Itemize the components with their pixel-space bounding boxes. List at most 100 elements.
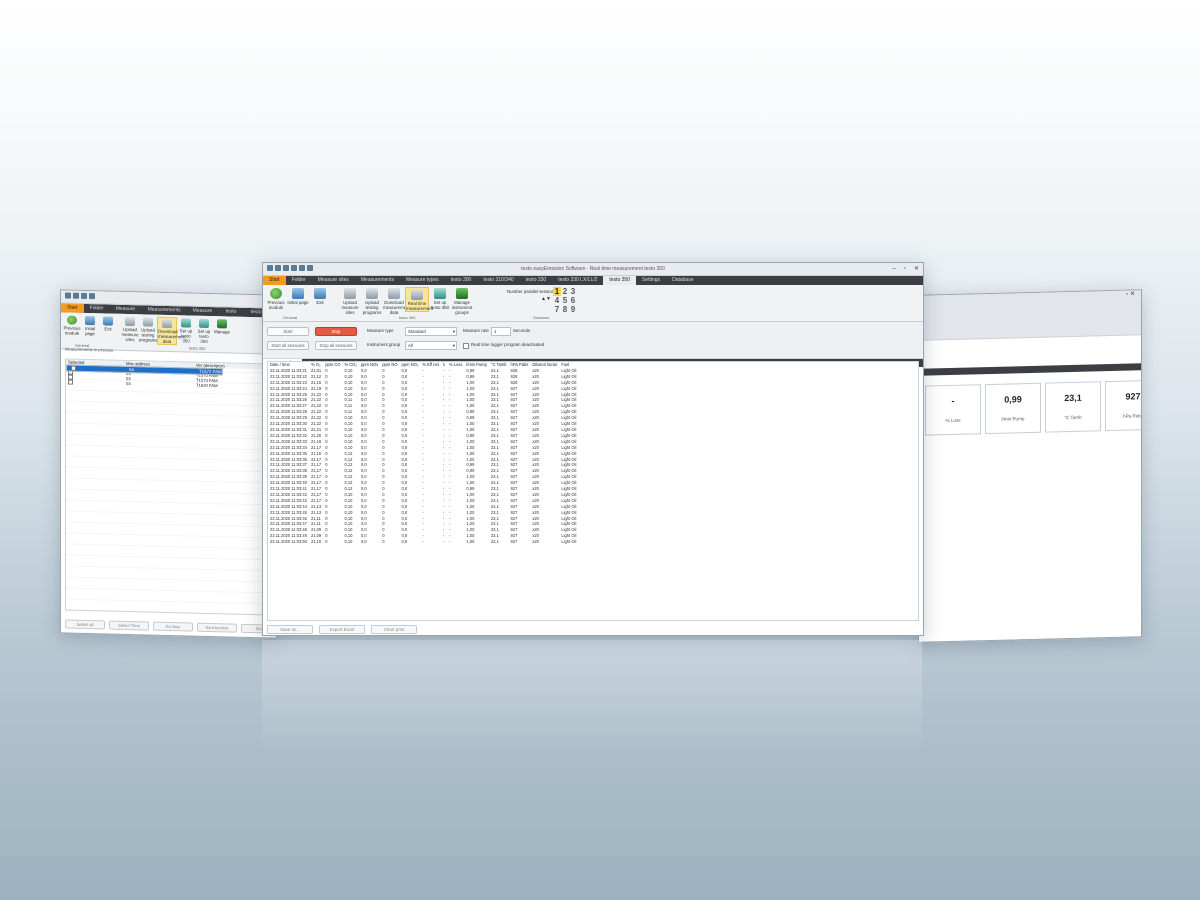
left-footer-button-2[interactable]: Do Now <box>153 621 193 632</box>
session-number-grid[interactable]: 123456789 <box>553 287 577 314</box>
left-footer-button-1[interactable]: Select Time <box>109 620 149 631</box>
left-ribbon-button-2[interactable]: Exit <box>99 315 117 332</box>
group-testo350: testo 350 <box>399 315 416 320</box>
table-cell: 23.11.2020 11:03:32 <box>270 432 307 438</box>
ribbon-label-6: Real time measurement <box>406 301 433 311</box>
table-cell: 21,01 <box>310 367 322 373</box>
window-title: testo easyEmission Software - Real time … <box>521 266 665 272</box>
table-row[interactable]: 23.11.2020 11:03:42 21,17 0 0,10 0,0 0 0,0- - -1… <box>268 492 578 498</box>
measure-rate-unit: Seconds <box>513 328 531 333</box>
left-ribbon-button-4[interactable]: Upload testing programs <box>139 316 158 343</box>
session-number-5[interactable]: 5 <box>561 296 569 305</box>
ribbon-button-1[interactable]: Initial page <box>287 287 309 305</box>
table-row[interactable]: 23.11.2020 11:03:22 21,12 0 0,10 0,0 0 0,0- - -0… <box>268 374 578 380</box>
measure-rate-input[interactable]: 1 <box>491 327 511 336</box>
left-ribbon-label-1: Initial page <box>84 325 96 337</box>
instrument-group-select[interactable]: All ▾ <box>405 341 457 350</box>
window-controls[interactable]: – ▫ ✕ <box>892 263 919 275</box>
left-ribbon-button-3[interactable]: Upload measure sites <box>121 316 139 342</box>
tab-2[interactable]: Measure sites <box>312 276 355 285</box>
ribbon-button-3[interactable]: Upload measure sites <box>339 287 361 315</box>
table-row[interactable]: 23.11.2020 11:03:24 21,19 0 0,10 0,0 0 0,0- - -1… <box>268 386 578 392</box>
tab-1[interactable]: Folder <box>286 276 312 285</box>
table-row[interactable]: 23.11.2020 11:03:50 21,10 0 0,10 0,0 0 0,0- - -1… <box>268 539 578 545</box>
left-ribbon-button-8[interactable]: Manage <box>213 318 231 335</box>
session-number-9[interactable]: 9 <box>569 305 577 314</box>
table-row[interactable]: 23.11.2020 11:03:44 21,13 0 0,10 0,0 0 0,0- - -1… <box>268 504 578 510</box>
tile-value: 23,1 <box>1064 392 1082 404</box>
ribbon-button-0[interactable]: Previous module <box>265 287 287 310</box>
session-number-7[interactable]: 7 <box>553 305 561 314</box>
table-row[interactable]: 23.11.2020 11:03:33 21,18 0 0,10 0,0 0 0,0- - -1… <box>268 439 578 445</box>
table-row[interactable]: 23.11.2020 11:03:45 21,13 0 0,10 0,0 0 0,0- - -1… <box>268 510 578 516</box>
start-all-sessions-button[interactable]: Start all sessions <box>267 341 309 350</box>
left-ribbon-button-1[interactable]: Initial page <box>81 315 99 336</box>
footer-button-2[interactable]: Chart print <box>371 625 417 634</box>
stop-all-sessions-button[interactable]: Stop all sessions <box>315 341 357 350</box>
session-number-2[interactable]: 2 <box>561 287 569 296</box>
tab-6[interactable]: testo 310/340 <box>477 276 519 285</box>
tab-10[interactable]: Settings <box>636 276 666 285</box>
tile-unit: °C Tamb <box>1064 414 1082 421</box>
left-ribbon-icon-5 <box>162 318 172 329</box>
quick-access-toolbar[interactable] <box>65 292 95 300</box>
table-row[interactable]: 23.11.2020 11:03:21 21,01 0 0,10 0,0 0 0,0- - -0… <box>268 368 578 374</box>
table-row[interactable]: 23.11.2020 11:03:23 21,16 0 0,10 0,0 0 0,0- - -1… <box>268 380 578 386</box>
left-ribbon-button-5[interactable]: Download measurement data <box>157 316 185 346</box>
start-button[interactable]: Start <box>267 327 309 336</box>
tab-9[interactable]: testo 350 <box>603 276 636 285</box>
tab-8[interactable]: testo 330 LX/LL/2 <box>552 276 603 285</box>
left-footer-button-3[interactable]: Synchronize <box>197 622 237 633</box>
session-number-1[interactable]: 1 <box>553 287 561 296</box>
close-icon[interactable]: ✕ <box>914 263 919 275</box>
left-footer-button-0[interactable]: Select all <box>65 619 105 630</box>
main-titlebar: testo easyEmission Software - Real time … <box>263 263 923 276</box>
stop-button[interactable]: Stop <box>315 327 357 336</box>
left-ribbon-button-0[interactable]: Previous module <box>63 314 81 336</box>
sessions-stepper[interactable]: ▲▼ <box>541 296 551 302</box>
ribbon-button-5[interactable]: Download measurement data <box>383 287 410 315</box>
checkbox-icon[interactable] <box>71 365 76 372</box>
tile-value: - <box>951 395 955 406</box>
tab-7[interactable]: testo 330 <box>520 276 553 285</box>
left-ribbon-button-7[interactable]: Set up testo 300 <box>195 318 213 344</box>
sessions-label: Number parallel sessions: <box>507 289 558 294</box>
ribbon-icon-6 <box>411 289 423 300</box>
table-row[interactable]: 23.11.2020 11:03:34 21,17 0 0,10 0,0 0 0,0- - -1… <box>268 445 578 451</box>
footer-button-0[interactable]: Save as... <box>267 625 313 634</box>
tab-0[interactable]: Start <box>263 276 286 285</box>
table-row[interactable]: 23.11.2020 11:03:32 21,20 0 0,10 0,0 0 0,0- - -0… <box>268 433 578 439</box>
session-number-8[interactable]: 8 <box>561 305 569 314</box>
version: T1620 FAM <box>196 382 218 389</box>
maximize-icon[interactable]: ▫ <box>904 263 906 275</box>
table-row[interactable]: 23.11.2020 11:03:35 21,16 0 0,12 0,0 0 0,0- - -1… <box>268 451 578 457</box>
footer-button-1[interactable]: Export Excel <box>319 625 365 634</box>
left-ribbon-button-6[interactable]: Set up testo 350 <box>177 317 195 344</box>
checkbox-icon[interactable] <box>68 379 73 386</box>
value-tile: 927 hPa Pabs <box>1105 379 1142 432</box>
table-row[interactable]: 23.11.2020 11:03:31 21,21 0 0,10 0,0 0 0,0- - -1… <box>268 427 578 433</box>
minimize-icon[interactable]: – <box>892 263 895 275</box>
table-row[interactable]: 23.11.2020 11:03:43 21,17 0 0,10 0,0 0 0,0- - -1… <box>268 498 578 504</box>
table-cell: 23,1 <box>490 539 499 545</box>
session-number-3[interactable]: 3 <box>569 287 577 296</box>
tab-11[interactable]: Database <box>666 276 699 285</box>
ribbon-button-4[interactable]: Upload testing programs <box>361 287 383 315</box>
ribbon-button-8[interactable]: Manage instrument groups <box>451 287 473 315</box>
logger-checkbox[interactable] <box>463 343 469 349</box>
tab-3[interactable]: Measurements <box>355 276 400 285</box>
ribbon-label-0: Previous module <box>267 300 285 310</box>
measure-type-select[interactable]: Standard ▾ <box>405 327 457 336</box>
version: T1572 FAM <box>199 368 222 375</box>
tab-5[interactable]: testo 300 <box>445 276 478 285</box>
ribbon-button-7[interactable]: Set up testo 350 <box>429 287 451 310</box>
left-ribbon-label-3: Upload measure sites <box>121 326 139 343</box>
session-number-6[interactable]: 6 <box>569 296 577 305</box>
window-controls[interactable]: ▫ ✕ <box>1126 290 1135 297</box>
row-checkbox[interactable] <box>69 365 129 372</box>
tab-4[interactable]: Measure types <box>400 276 445 285</box>
ribbon-button-6[interactable]: Real time measurement <box>405 287 433 312</box>
row-checkbox[interactable] <box>66 379 126 386</box>
ribbon-button-2[interactable]: Exit <box>309 287 331 305</box>
session-number-4[interactable]: 4 <box>553 296 561 305</box>
